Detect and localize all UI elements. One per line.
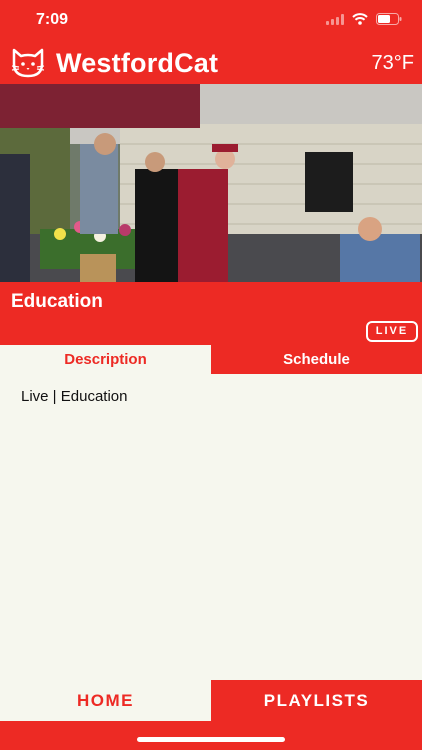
status-icons: [326, 13, 402, 25]
app-header: WestfordCat 73°F: [0, 40, 422, 84]
tab-schedule[interactable]: Schedule: [211, 345, 422, 374]
video-title: Education: [11, 291, 103, 312]
wifi-icon: [352, 13, 368, 25]
app-title: WestfordCat: [56, 48, 219, 78]
description-panel: Live | Education: [0, 374, 422, 680]
battery-icon: [376, 13, 402, 25]
home-indicator[interactable]: [137, 737, 285, 742]
nav-playlists-button[interactable]: PLAYLISTS: [211, 680, 422, 721]
status-time: 7:09: [36, 11, 69, 28]
live-badge: LIVE: [366, 321, 418, 342]
status-bar: 7:09: [0, 0, 422, 40]
content-tabs: Description Schedule: [0, 345, 422, 374]
tab-description[interactable]: Description: [0, 345, 211, 374]
temperature: 73°F: [371, 52, 414, 74]
cat-logo-icon: [11, 48, 45, 78]
bottom-nav: HOME PLAYLISTS: [0, 680, 422, 721]
signal-icon: [326, 13, 344, 25]
video-frame: [0, 84, 422, 282]
nav-home-button[interactable]: HOME: [0, 680, 211, 721]
description-text: Live | Education: [21, 388, 128, 405]
video-player[interactable]: [0, 84, 422, 282]
